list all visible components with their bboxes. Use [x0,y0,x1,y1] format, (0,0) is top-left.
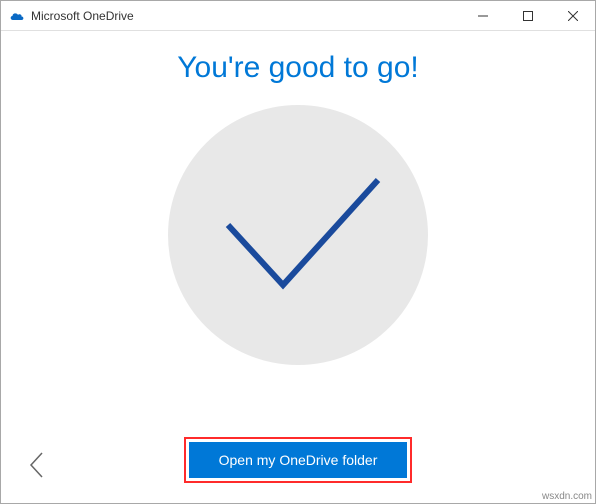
watermark: wsxdn.com [542,491,592,502]
content-area: You're good to go! Open my OneDrive fold… [1,31,595,503]
close-button[interactable] [550,1,595,30]
window-title: Microsoft OneDrive [31,9,460,23]
minimize-button[interactable] [460,1,505,30]
footer: Open my OneDrive folder [1,437,595,483]
onedrive-cloud-icon [9,8,25,24]
checkmark-icon [208,165,388,305]
page-title: You're good to go! [177,51,419,85]
success-circle [168,105,428,365]
window-controls [460,1,595,30]
open-folder-button[interactable]: Open my OneDrive folder [189,442,408,478]
highlight-box: Open my OneDrive folder [184,437,413,483]
maximize-button[interactable] [505,1,550,30]
app-window: Microsoft OneDrive You're good to go! [0,0,596,504]
title-bar: Microsoft OneDrive [1,1,595,31]
